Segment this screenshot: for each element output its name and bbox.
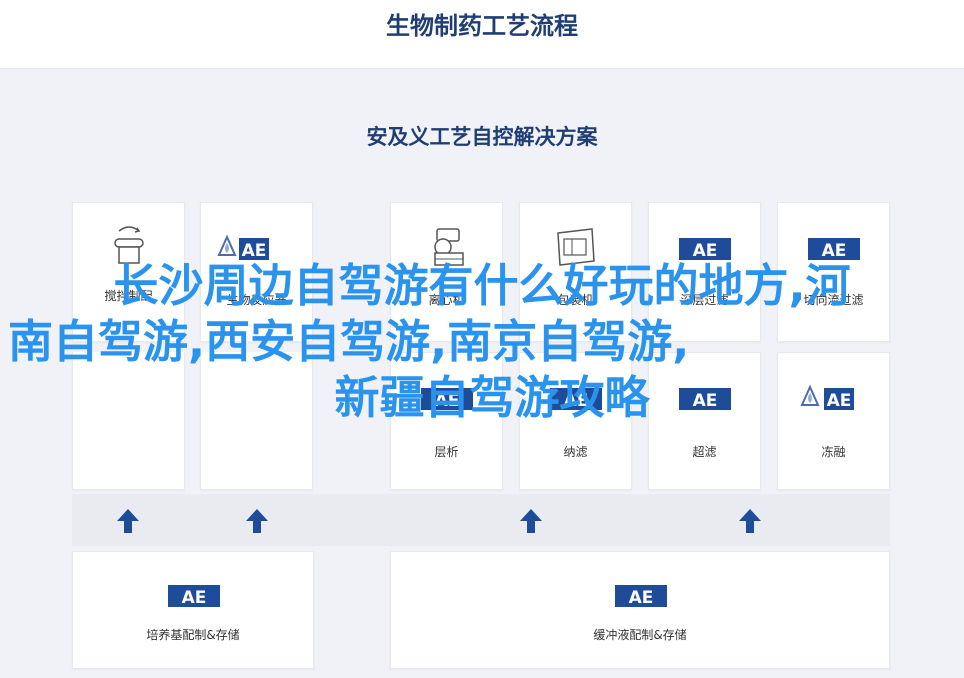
step-label: 冻融	[821, 445, 846, 459]
page: 生物制药工艺流程 安及义工艺自控解决方案 搅拌制配 AE 生物反应器 离心机 包…	[0, 0, 964, 678]
overlay-headline[interactable]: 长沙周边自驾游有什么好玩的地方,河 南自驾游,西安自驾游,南京自驾游, 新疆自驾…	[0, 258, 964, 426]
svg-text:AE: AE	[182, 588, 207, 608]
arrow-up-icon	[246, 509, 268, 533]
step-card-media-prep: AE 培养基配制&存储	[72, 551, 314, 669]
arrow-up-icon	[739, 509, 761, 533]
step-label: 层析	[434, 445, 459, 459]
step-label: 培养基配制&存储	[146, 628, 240, 642]
arrow-strip	[72, 494, 890, 546]
step-label: 纳滤	[563, 445, 588, 459]
arrow-up-icon	[117, 509, 139, 533]
step-label: 缓冲液配制&存储	[593, 628, 687, 642]
step-label: 超滤	[692, 445, 717, 459]
step-card-buffer-prep: AE 缓冲液配制&存储	[390, 551, 890, 669]
overlay-line-2[interactable]: 南自驾游,西安自驾游,南京自驾游,	[0, 314, 964, 370]
overlay-line-3[interactable]: 新疆自驾游攻略	[0, 370, 964, 426]
overlay-line-1[interactable]: 长沙周边自驾游有什么好玩的地方,河	[0, 258, 964, 314]
ae-logo-icon: AE	[168, 585, 220, 608]
ae-logo-icon: AE	[615, 585, 667, 608]
page-title: 生物制药工艺流程	[386, 12, 578, 40]
svg-text:AE: AE	[629, 588, 654, 608]
arrow-up-icon	[520, 509, 542, 533]
panel-subtitle: 安及义工艺自控解决方案	[366, 125, 598, 149]
